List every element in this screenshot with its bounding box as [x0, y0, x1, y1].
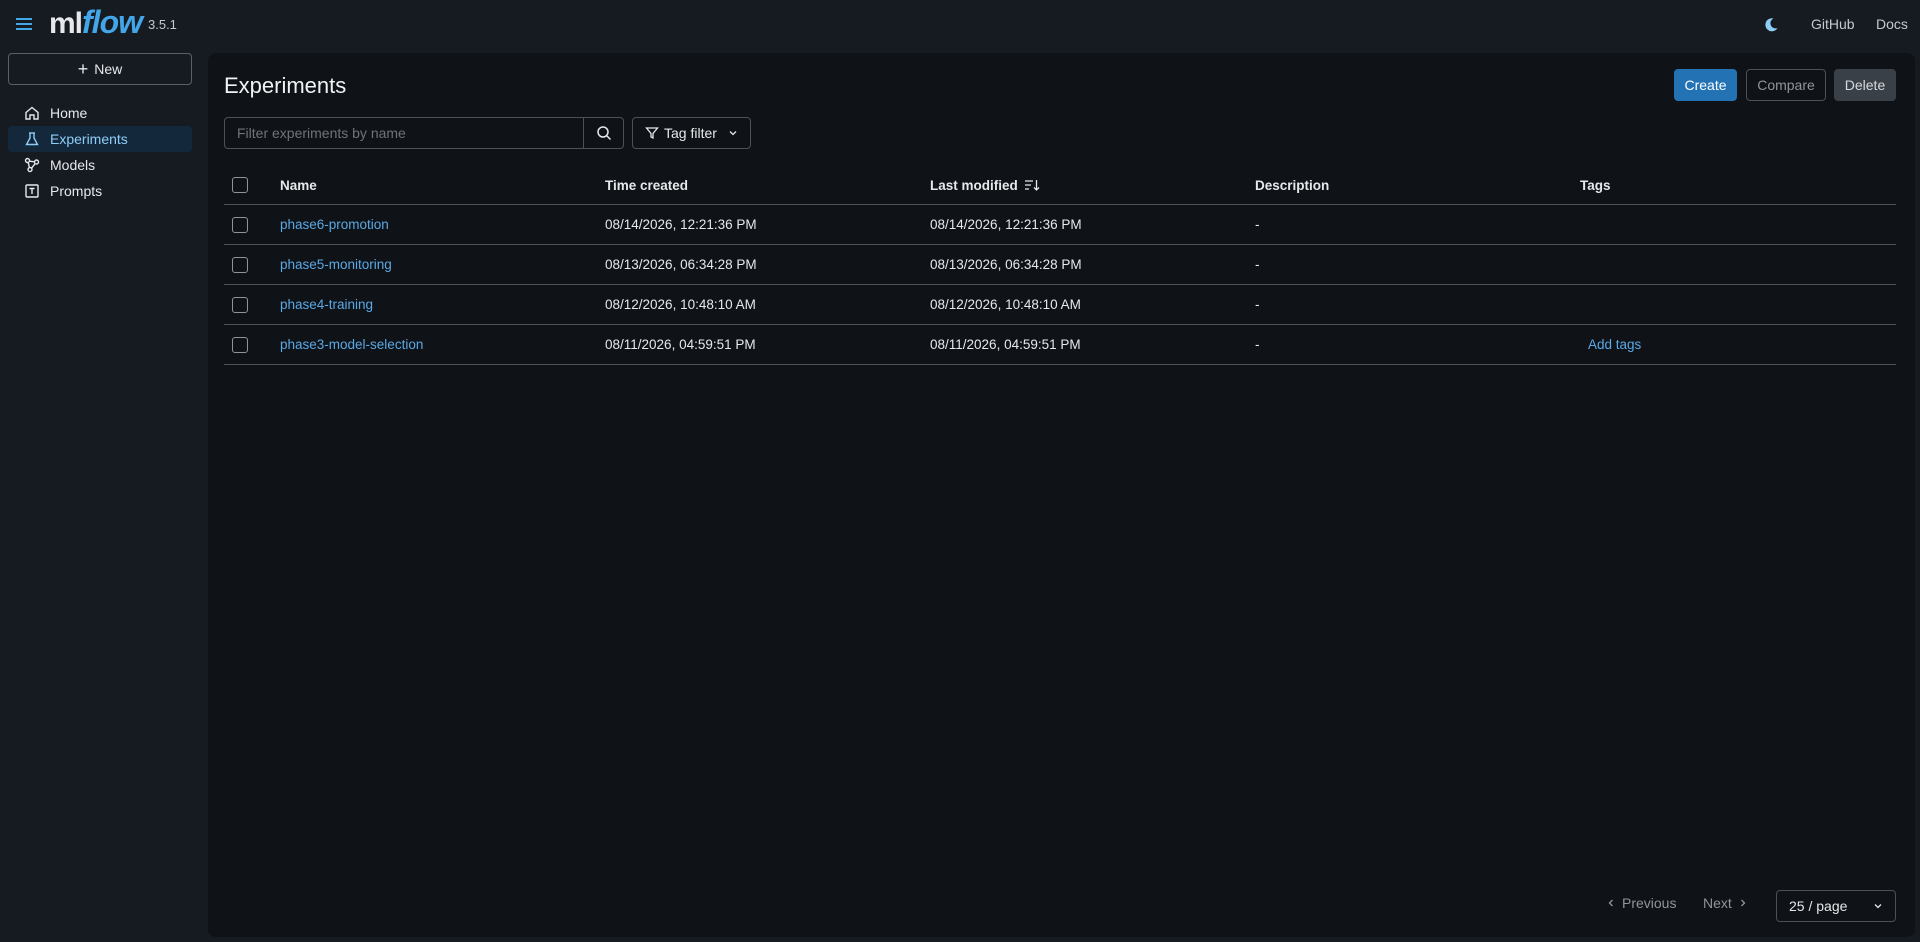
logo-ml: ml [49, 7, 83, 40]
time-created-cell: 08/14/2026, 12:21:36 PM [605, 217, 757, 232]
description-cell: - [1255, 297, 1260, 312]
search-input[interactable] [225, 118, 583, 148]
add-tags-link[interactable]: Add tags [1588, 337, 1641, 352]
prompts-icon [25, 184, 39, 198]
plus-icon: + [77, 59, 89, 79]
sidebar-item-label: Models [50, 157, 96, 173]
models-icon [24, 157, 40, 173]
description-cell: - [1255, 217, 1260, 232]
page-size-select[interactable]: 25 / page [1776, 890, 1896, 922]
last-modified-cell: 08/13/2026, 06:34:28 PM [930, 257, 1082, 272]
sort-descending-icon[interactable] [1024, 178, 1040, 192]
hamburger-menu-icon[interactable] [14, 14, 34, 34]
chevron-right-icon [1740, 899, 1746, 907]
search-box [224, 117, 624, 149]
new-button-label: New [94, 61, 123, 77]
column-header-name[interactable]: Name [280, 166, 317, 204]
tag-filter-label: Tag filter [664, 125, 717, 141]
time-created-cell: 08/11/2026, 04:59:51 PM [605, 337, 756, 352]
column-header-tags: Tags [1580, 177, 1611, 193]
table-row: phase3-model-selection 08/11/2026, 04:59… [224, 325, 1896, 365]
chevron-down-icon [1874, 904, 1882, 909]
top-bar: ml flow 3.5.1 GitHub Docs [0, 0, 1920, 50]
select-all-checkbox[interactable] [232, 177, 248, 193]
mlflow-logo[interactable]: ml flow [49, 4, 143, 44]
sidebar: + New Home Experiments Models Prompts [0, 50, 200, 942]
experiments-table: Name Time created Last modified Descript… [224, 166, 1896, 365]
sidebar-item-home[interactable]: Home [8, 100, 192, 126]
main-panel: Experiments Create Compare Delete Tag fi… [208, 53, 1915, 937]
page-title: Experiments [224, 73, 347, 98]
experiment-name-link[interactable]: phase3-model-selection [280, 337, 423, 352]
chevron-down-icon [729, 131, 737, 136]
sidebar-item-experiments[interactable]: Experiments [8, 126, 192, 152]
sidebar-item-label: Prompts [50, 183, 103, 199]
sidebar-item-prompts[interactable]: Prompts [8, 178, 192, 204]
description-cell: - [1255, 257, 1260, 272]
row-checkbox[interactable] [232, 256, 248, 273]
sidebar-item-label: Home [50, 105, 88, 121]
sidebar-item-label: Experiments [50, 131, 128, 147]
github-link[interactable]: GitHub [1811, 16, 1855, 32]
next-page-button[interactable]: Next [1703, 895, 1748, 911]
search-button[interactable] [583, 118, 623, 148]
description-cell: - [1255, 337, 1260, 352]
create-button[interactable]: Create [1674, 69, 1737, 101]
row-checkbox[interactable] [232, 336, 248, 353]
last-modified-cell: 08/12/2026, 10:48:10 AM [930, 297, 1081, 312]
moon-icon[interactable] [1762, 16, 1780, 34]
home-icon [25, 106, 39, 120]
table-row: phase6-promotion 08/14/2026, 12:21:36 PM… [224, 205, 1896, 245]
column-header-last-modified[interactable]: Last modified [930, 166, 1040, 204]
compare-button[interactable]: Compare [1746, 69, 1826, 101]
next-page-label: Next [1703, 895, 1732, 911]
column-header-time-created[interactable]: Time created [605, 166, 688, 204]
previous-page-button[interactable]: Previous [1606, 895, 1676, 911]
delete-button[interactable]: Delete [1834, 69, 1896, 101]
column-header-description: Description [1255, 177, 1330, 193]
version-label: 3.5.1 [148, 17, 177, 32]
table-header-row: Name Time created Last modified Descript… [224, 166, 1896, 205]
experiment-name-link[interactable]: phase4-training [280, 297, 373, 312]
logo-flow: flow [82, 4, 143, 40]
experiment-name-link[interactable]: phase6-promotion [280, 217, 389, 232]
docs-link[interactable]: Docs [1876, 16, 1908, 32]
table-row: phase5-monitoring 08/13/2026, 06:34:28 P… [224, 245, 1896, 285]
time-created-cell: 08/13/2026, 06:34:28 PM [605, 257, 757, 272]
page-size-value: 25 / page [1789, 898, 1848, 914]
flask-icon [25, 132, 39, 146]
new-button[interactable]: + New [8, 53, 192, 85]
last-modified-cell: 08/14/2026, 12:21:36 PM [930, 217, 1082, 232]
table-row: phase4-training 08/12/2026, 10:48:10 AM … [224, 285, 1896, 325]
column-header-last-modified-label: Last modified [930, 177, 1018, 193]
chevron-left-icon [1608, 899, 1613, 907]
row-checkbox[interactable] [232, 216, 248, 233]
last-modified-cell: 08/11/2026, 04:59:51 PM [930, 337, 1081, 352]
sidebar-item-models[interactable]: Models [8, 152, 192, 178]
previous-page-label: Previous [1622, 895, 1677, 911]
sidebar-nav: Home Experiments Models Prompts [8, 100, 192, 204]
tag-filter-button[interactable]: Tag filter [632, 117, 751, 149]
time-created-cell: 08/12/2026, 10:48:10 AM [605, 297, 756, 312]
row-checkbox[interactable] [232, 296, 248, 313]
experiment-name-link[interactable]: phase5-monitoring [280, 257, 392, 272]
filter-icon [645, 127, 659, 140]
search-icon [596, 126, 611, 141]
